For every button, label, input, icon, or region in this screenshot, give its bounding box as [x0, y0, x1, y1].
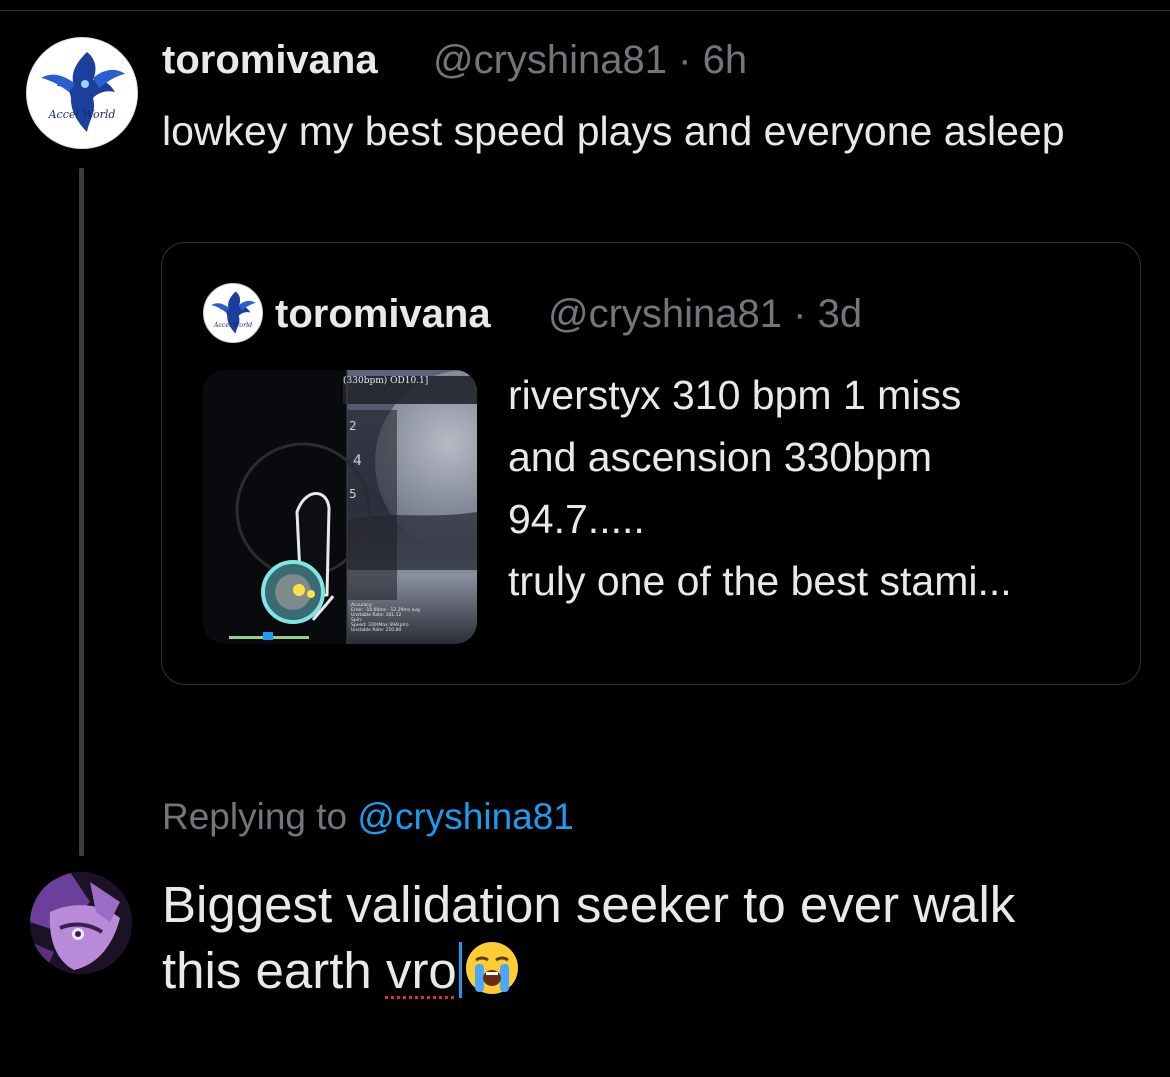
author-display-name[interactable]: toromivana: [162, 38, 378, 83]
quoted-text-line: truly one of the best stami...: [508, 558, 1012, 604]
compose-text: this earth: [162, 942, 372, 999]
quoted-author-handle-time[interactable]: @cryshina81 · 3d: [548, 292, 862, 337]
text-cursor: [458, 942, 462, 998]
svg-text:Accel World: Accel World: [213, 322, 252, 329]
quoted-post-text: riverstyx 310 bpm 1 miss and ascension 3…: [508, 364, 1118, 612]
accel-world-logo-icon: Accel World: [204, 284, 262, 342]
thread-connector-line: [79, 168, 84, 856]
svg-text:(330bpm) OD10.1]: (330bpm) OD10.1]: [343, 375, 428, 386]
post-text: lowkey my best speed plays and everyone …: [162, 108, 1065, 154]
quoted-text-line: and ascension 330bpm: [508, 434, 932, 480]
svg-text:2: 2: [349, 419, 357, 433]
quoted-post-media-thumbnail[interactable]: (330bpm) OD10.1] 2 4 5 Accuracy: Error: …: [203, 370, 477, 644]
author-avatar[interactable]: Accel World: [26, 37, 138, 149]
svg-text:Unstable Rate: 250.80: Unstable Rate: 250.80: [351, 627, 401, 633]
quoted-author-display-name[interactable]: toromivana: [275, 292, 491, 337]
top-divider: [0, 10, 1170, 11]
quoted-text-line: 94.7.....: [508, 496, 645, 542]
replying-to-label: Replying to @cryshina81: [162, 796, 574, 838]
current-user-avatar[interactable]: [30, 872, 132, 974]
gameplay-screenshot-image: (330bpm) OD10.1] 2 4 5 Accuracy: Error: …: [203, 370, 477, 644]
replying-to-mention-link[interactable]: @cryshina81: [357, 796, 574, 837]
compose-line-2: this earth vro: [162, 938, 1152, 1012]
quoted-author-avatar[interactable]: Accel World: [203, 283, 263, 343]
loudly-crying-face-emoji-icon: [464, 940, 520, 1012]
misspelled-word[interactable]: vro: [386, 942, 457, 999]
quoted-text-line: riverstyx 310 bpm 1 miss: [508, 372, 962, 418]
svg-text:5: 5: [349, 487, 357, 501]
reply-compose-textarea[interactable]: Biggest validation seeker to ever walk t…: [162, 872, 1152, 1012]
author-handle-time[interactable]: @cryshina81 · 6h: [433, 38, 747, 83]
replying-to-prefix: Replying to: [162, 796, 348, 837]
compose-line-1: Biggest validation seeker to ever walk: [162, 876, 1016, 933]
svg-text:Accel World: Accel World: [48, 108, 116, 121]
accel-world-logo-icon: Accel World: [27, 38, 137, 148]
user-avatar-icon: [30, 872, 132, 974]
